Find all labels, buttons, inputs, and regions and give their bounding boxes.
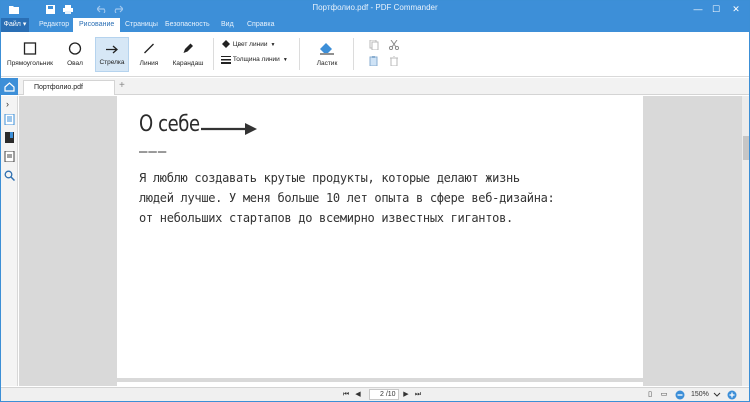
line-tool-label: Линия [139,60,159,67]
heading-text: О себе [139,112,200,137]
home-icon [4,82,15,92]
arrow-tool-button[interactable]: Стрелка [95,37,129,72]
ribbon-separator [353,38,354,70]
rectangle-tool-label: Прямоугольник [7,60,53,67]
line-width-dropdown[interactable]: Толщина линии ▼ [221,54,288,66]
expand-sidebar-icon[interactable]: › [6,99,9,109]
zoom-in-icon[interactable] [727,390,737,400]
line-width-icon [221,55,231,64]
page-heading: О себе [139,112,200,137]
paste-icon[interactable] [369,56,379,66]
add-tab-icon[interactable]: + [119,80,125,91]
oval-tool-label: Овал [67,60,83,67]
ribbon-separator [299,38,300,70]
tab-help[interactable]: Справка [241,18,280,32]
previous-page-icon[interactable]: ◀ [353,390,363,400]
rectangle-icon [23,42,37,55]
maximize-icon[interactable]: ☐ [709,2,723,16]
oval-tool-button[interactable]: Овал [59,37,91,72]
ribbon-separator [213,38,214,70]
scrollbar-thumb[interactable] [743,136,749,160]
body-line: от небольших стартапов до всемирно извес… [139,211,513,225]
document-tab-bar: Портфолио.pdf + [1,78,749,95]
pdf-page[interactable]: О себе ——— Я люблю создавать крутые прод… [117,96,643,378]
pencil-icon [183,43,193,53]
fit-width-icon[interactable]: ▭ [659,390,669,400]
document-workspace[interactable]: О себе ——— Я люблю создавать крутые прод… [19,96,741,386]
last-page-icon[interactable]: ⏭ [413,390,423,400]
eraser-tool-button[interactable]: Ластик [307,37,347,72]
eraser-icon [320,43,334,55]
line-color-dropdown[interactable]: Цвет линии ▼ [221,39,275,51]
tab-pages[interactable]: Страницы [119,18,164,32]
line-width-label: Толщина линии [232,56,280,63]
eraser-tool-label: Ластик [316,60,338,67]
line-icon [144,43,154,54]
trash-icon[interactable] [389,56,399,66]
app-window: Портфолио.pdf - PDF Commander — ☐ ✕ Файл… [0,0,750,402]
pencil-tool-label: Карандаш [172,60,204,67]
oval-icon [68,42,82,55]
menu-bar: Файл ▾ Редактор Рисование Страницы Безоп… [1,18,749,32]
next-page-icon[interactable]: ▶ [401,390,411,400]
zoom-level[interactable]: 150% [691,389,709,400]
body-line: Я люблю создавать крутые продукты, котор… [139,171,520,185]
search-icon[interactable] [4,170,15,181]
annotations-icon[interactable] [4,151,15,162]
ribbon-toolbar: Прямоугольник Овал Стрелка Линия Каранда… [1,32,749,77]
scissors-icon[interactable] [389,40,399,50]
paint-bucket-icon [222,39,230,48]
copy-icon[interactable] [369,40,379,50]
page-thumbnails-icon[interactable] [4,114,15,125]
chevron-down-icon[interactable] [713,391,721,399]
window-title: Портфолио.pdf - PDF Commander [312,3,438,12]
body-line: людей лучше. У меня больше 10 лет опыта … [139,191,555,205]
line-tool-button[interactable]: Линия [133,37,165,72]
pencil-tool-button[interactable]: Карандаш [169,37,207,72]
zoom-out-icon[interactable] [675,390,685,400]
arrow-icon [106,45,118,54]
chevron-down-icon: ▼ [282,57,288,63]
file-menu-label: Файл [3,21,21,28]
document-tab[interactable]: Портфолио.pdf [23,80,115,95]
bookmarks-icon[interactable] [4,132,15,143]
tab-security[interactable]: Безопасность [159,18,216,32]
close-icon[interactable]: ✕ [729,2,743,16]
file-menu-button[interactable]: Файл ▾ [1,18,29,32]
minimize-icon[interactable]: — [691,2,705,16]
heading-divider: ——— [139,144,168,160]
next-pdf-page[interactable] [117,382,643,386]
page-body-text: Я люблю создавать крутые продукты, котор… [139,168,639,228]
title-bar: Портфолио.pdf - PDF Commander — ☐ ✕ [1,1,749,18]
tab-view[interactable]: Вид [215,18,240,32]
rectangle-tool-button[interactable]: Прямоугольник [3,37,57,72]
heading-arrow-icon [201,123,257,135]
page-number-text: 2 /10 [380,391,396,398]
home-button[interactable] [1,78,18,95]
chevron-down-icon: ▼ [270,42,276,48]
arrow-tool-label: Стрелка [99,59,125,66]
status-bar: ⏮ ◀ 2 /10 ▶ ⏭ ▯ ▭ 150% [1,387,749,401]
tab-drawing[interactable]: Рисование [73,18,121,32]
vertical-scrollbar[interactable] [741,96,749,386]
document-tab-title: Портфолио.pdf [34,84,83,91]
line-color-label: Цвет линии [232,41,268,48]
first-page-icon[interactable]: ⏮ [341,390,351,400]
page-number-field[interactable]: 2 /10 [369,389,399,400]
tab-editor[interactable]: Редактор [33,18,75,32]
single-page-view-icon[interactable]: ▯ [645,390,655,400]
left-sidebar: › [1,96,18,386]
